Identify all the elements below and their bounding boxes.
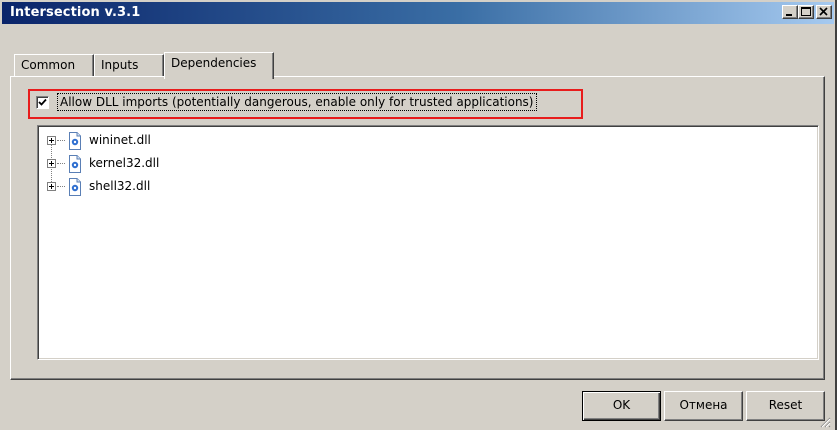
tab-label: Common xyxy=(21,58,76,72)
tree-item-shell32[interactable]: shell32.dll xyxy=(47,178,447,196)
expand-plus-icon[interactable] xyxy=(47,136,56,145)
tree-connector-line xyxy=(57,186,65,188)
dll-file-icon xyxy=(69,178,81,196)
close-icon xyxy=(819,7,828,16)
window-controls xyxy=(782,5,832,19)
expand-plus-icon[interactable] xyxy=(47,182,56,191)
dialog-window: Intersection v.3.1 Common Inputs Depende… xyxy=(0,0,837,430)
tree-item-kernel32[interactable]: kernel32.dll xyxy=(47,155,447,173)
reset-button[interactable]: Reset xyxy=(746,391,825,421)
tab-inputs[interactable]: Inputs xyxy=(94,54,164,76)
tab-label: Dependencies xyxy=(171,56,257,70)
dll-file-icon xyxy=(69,132,81,150)
allow-dll-checkbox[interactable] xyxy=(36,96,49,109)
dll-tree[interactable]: wininet.dll kernel32.dll shell32.dll xyxy=(37,125,819,360)
tree-item-label: wininet.dll xyxy=(89,133,151,147)
tab-label: Inputs xyxy=(101,58,139,72)
close-button[interactable] xyxy=(816,5,832,19)
resize-grip-icon[interactable] xyxy=(819,416,831,428)
maximize-button[interactable] xyxy=(798,5,814,19)
tree-connector-line xyxy=(57,163,65,165)
cancel-button[interactable]: Отмена xyxy=(664,391,743,421)
tree-connector-line xyxy=(57,140,65,142)
tab-common[interactable]: Common xyxy=(14,54,94,76)
checkmark-icon xyxy=(38,98,47,106)
expand-plus-icon[interactable] xyxy=(47,159,56,168)
tab-dependencies[interactable]: Dependencies xyxy=(164,52,274,79)
dll-file-icon xyxy=(69,155,81,173)
minimize-icon xyxy=(786,14,792,16)
tree-item-label: kernel32.dll xyxy=(89,156,160,170)
window-title: Intersection v.3.1 xyxy=(10,5,141,20)
ok-button[interactable]: OK xyxy=(582,391,661,421)
allow-dll-label[interactable]: Allow DLL imports (potentially dangerous… xyxy=(57,93,537,111)
tree-item-wininet[interactable]: wininet.dll xyxy=(47,132,447,150)
minimize-button[interactable] xyxy=(782,5,798,19)
maximize-icon xyxy=(801,7,811,16)
title-bar[interactable]: Intersection v.3.1 xyxy=(2,2,834,24)
tree-item-label: shell32.dll xyxy=(89,179,151,193)
